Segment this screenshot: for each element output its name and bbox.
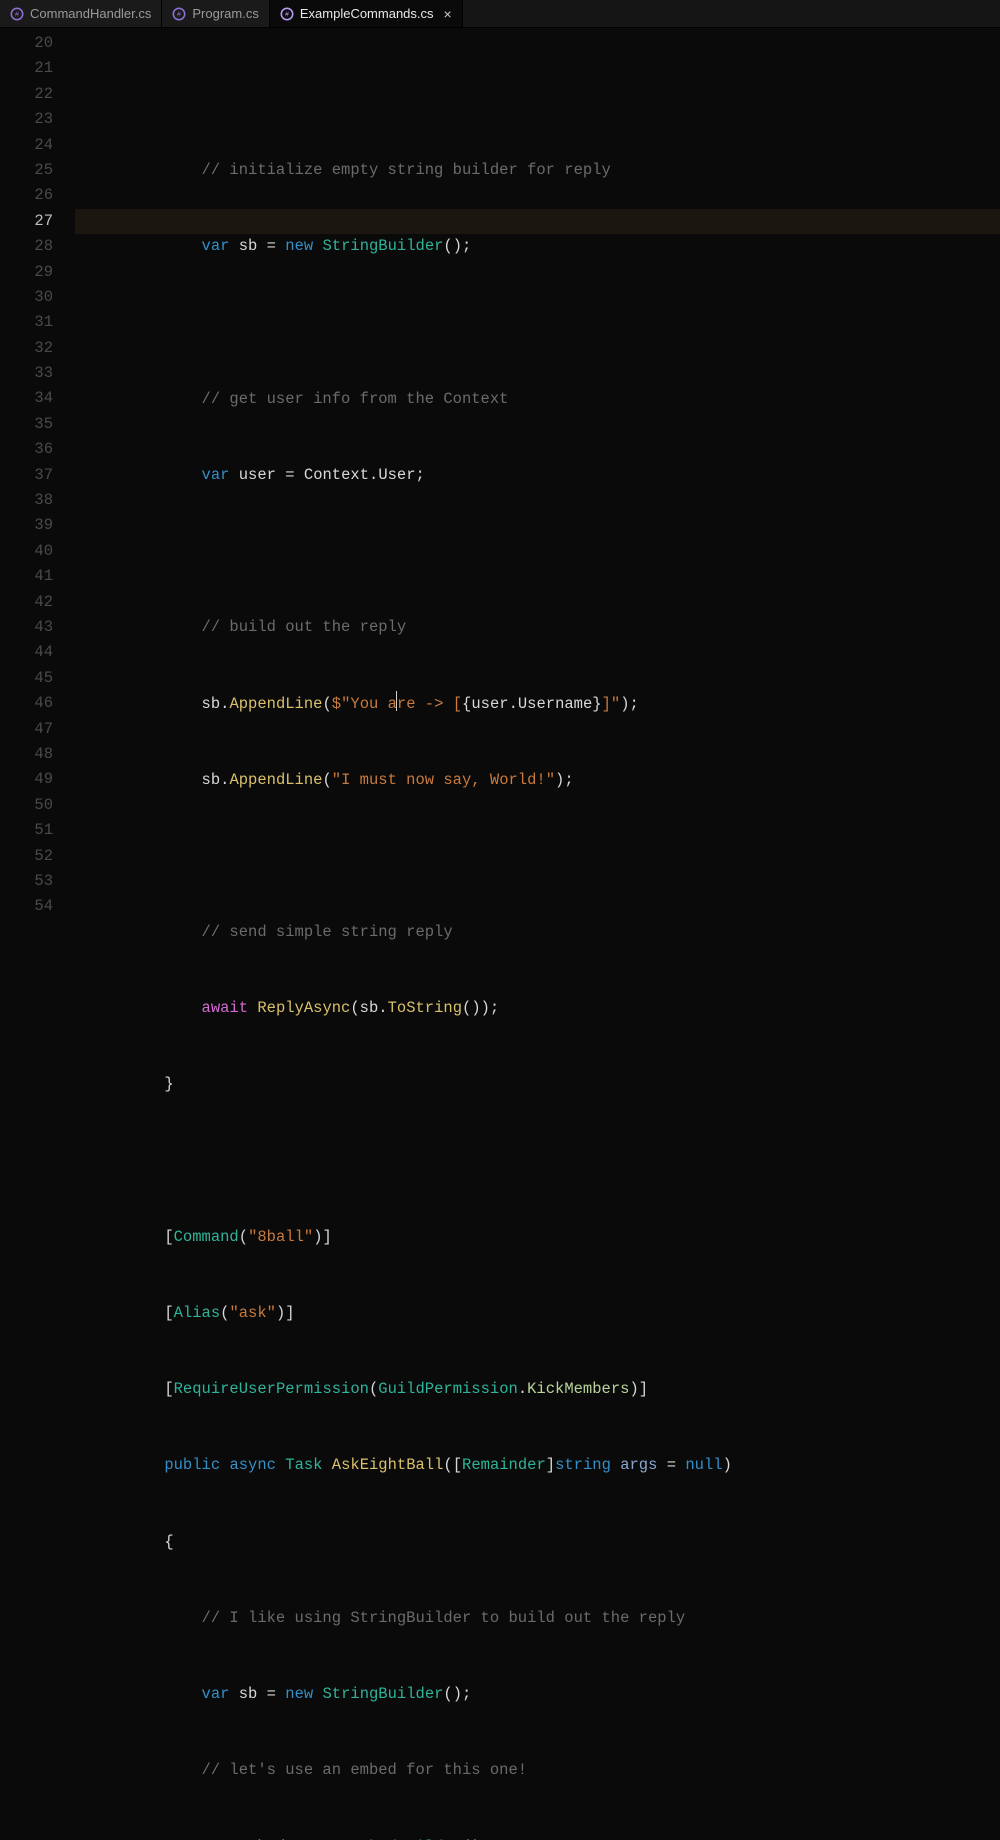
line-number: 29 [0, 260, 75, 285]
line-number: 22 [0, 82, 75, 107]
line-number: 48 [0, 742, 75, 767]
line-number: 42 [0, 590, 75, 615]
line-number: 31 [0, 310, 75, 335]
line-number: 43 [0, 615, 75, 640]
tab-label: CommandHandler.cs [30, 6, 151, 21]
line-number: 52 [0, 844, 75, 869]
line-number: 41 [0, 564, 75, 589]
line-number: 30 [0, 285, 75, 310]
line-number: 47 [0, 717, 75, 742]
line-number: 34 [0, 386, 75, 411]
line-number: 53 [0, 869, 75, 894]
line-number: 24 [0, 133, 75, 158]
line-number: 46 [0, 691, 75, 716]
line-number: 25 [0, 158, 75, 183]
current-line-highlight [75, 209, 1000, 234]
line-number: 26 [0, 183, 75, 208]
svg-text:#: # [177, 11, 181, 18]
tab-program[interactable]: # Program.cs [162, 0, 269, 27]
line-number: 45 [0, 666, 75, 691]
line-number: 23 [0, 107, 75, 132]
csharp-file-icon: # [280, 7, 294, 21]
csharp-file-icon: # [10, 7, 24, 21]
csharp-file-icon: # [172, 7, 186, 21]
line-number-gutter: 2021222324252627282930313233343536373839… [0, 28, 75, 920]
line-number: 37 [0, 463, 75, 488]
line-number: 38 [0, 488, 75, 513]
line-number: 44 [0, 640, 75, 665]
tab-label: ExampleCommands.cs [300, 6, 434, 21]
line-number: 21 [0, 56, 75, 81]
tab-bar: # CommandHandler.cs # Program.cs # Examp… [0, 0, 1000, 28]
line-number: 39 [0, 513, 75, 538]
line-number: 40 [0, 539, 75, 564]
line-number: 27 [0, 209, 75, 234]
line-number: 36 [0, 437, 75, 462]
svg-text:#: # [285, 11, 289, 18]
line-number: 50 [0, 793, 75, 818]
line-number: 20 [0, 31, 75, 56]
close-icon[interactable]: × [444, 7, 452, 21]
line-number: 28 [0, 234, 75, 259]
editor[interactable]: 2021222324252627282930313233343536373839… [0, 28, 1000, 920]
comment: // initialize empty string builder for r… [202, 161, 611, 179]
svg-text:#: # [15, 11, 19, 18]
line-number: 32 [0, 336, 75, 361]
line-number: 49 [0, 767, 75, 792]
line-number: 35 [0, 412, 75, 437]
line-number: 33 [0, 361, 75, 386]
line-number: 54 [0, 894, 75, 919]
tab-commandhandler[interactable]: # CommandHandler.cs [0, 0, 162, 27]
code-area[interactable]: // initialize empty string builder for r… [75, 28, 1000, 920]
line-number: 51 [0, 818, 75, 843]
tab-examplecommands[interactable]: # ExampleCommands.cs × [270, 0, 463, 27]
tab-label: Program.cs [192, 6, 258, 21]
